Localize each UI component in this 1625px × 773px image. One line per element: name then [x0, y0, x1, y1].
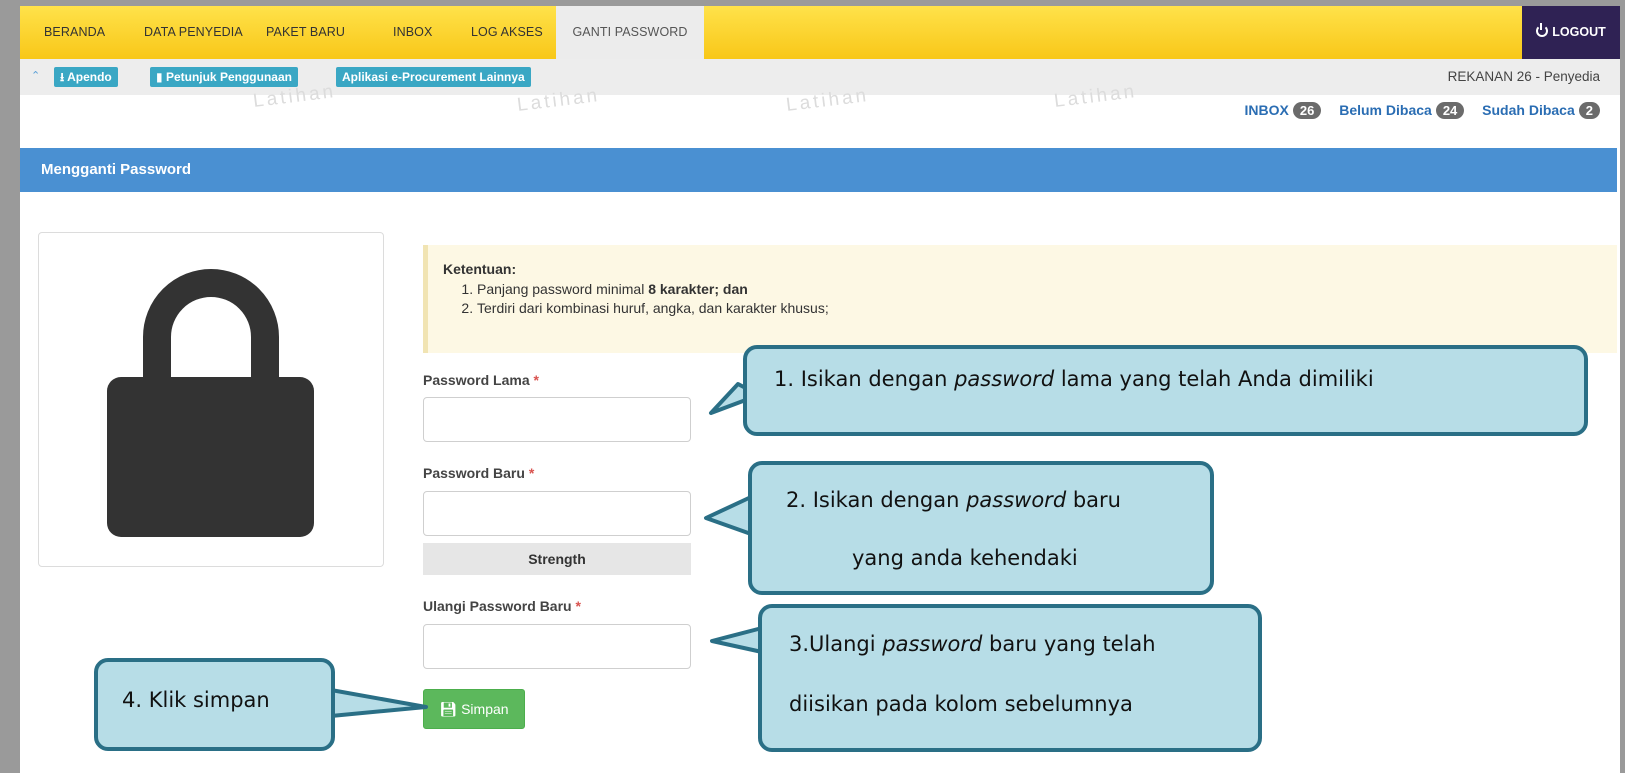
required-mark: * — [575, 598, 581, 614]
old-password-label: Password Lama * — [423, 372, 539, 388]
inbox-label: INBOX — [1244, 102, 1289, 118]
callout-2-italic: password — [966, 488, 1067, 512]
panel-title: Mengganti Password — [20, 148, 1617, 192]
unread-link[interactable]: Belum Dibaca 24 — [1339, 102, 1465, 119]
nav-beranda[interactable]: BERANDA — [44, 6, 105, 59]
repeat-password-input[interactable] — [423, 624, 691, 669]
save-icon: 💾︎ — [439, 701, 462, 717]
rules-list: Panjang password minimal 8 karakter; dan… — [477, 280, 1617, 318]
power-icon — [1536, 23, 1549, 37]
read-count-badge: 2 — [1578, 102, 1600, 119]
old-password-label-text: Password Lama — [423, 372, 530, 388]
repeat-password-label-text: Ulangi Password Baru — [423, 598, 572, 614]
callout-3-italic: password — [882, 632, 983, 656]
chevron-up-icon[interactable]: ⌃ — [31, 69, 40, 82]
petunjuk-button[interactable]: ▮ Petunjuk Penggunaan — [150, 67, 298, 87]
callout-1-part: lama yang telah Anda dimiliki — [1054, 367, 1374, 391]
required-mark: * — [533, 372, 539, 388]
aplikasi-button[interactable]: Aplikasi e-Procurement Lainnya — [336, 67, 531, 87]
callout-3-text: 3.Ulangi password baru yang telah — [789, 632, 1156, 656]
unread-count-badge: 24 — [1435, 102, 1465, 119]
old-password-input[interactable] — [423, 397, 691, 442]
logout-button[interactable]: LOGOUT — [1522, 6, 1620, 59]
new-password-label-text: Password Baru — [423, 465, 525, 481]
nav-log-akses[interactable]: LOG AKSES — [471, 6, 543, 59]
required-mark: * — [528, 465, 535, 481]
lock-icon — [107, 269, 314, 537]
callout-4-text: 4. Klik simpan — [122, 688, 270, 712]
inbox-summary: INBOX 26 Belum Dibaca 24 Sudah Dibaca 2 — [1245, 102, 1600, 119]
password-strength-meter: Strength — [423, 543, 691, 575]
callout-step-4: 4. Klik simpan — [94, 658, 335, 751]
save-label: Simpan — [461, 701, 509, 717]
rule-item: Panjang password minimal 8 karakter; dan — [477, 280, 1617, 299]
save-button[interactable]: 💾︎ Simpan — [423, 689, 525, 729]
callout-1-part: 1. Isikan dengan — [774, 367, 955, 391]
callout-1-italic: password — [954, 367, 1055, 391]
callout-step-3: 3.Ulangi password baru yang telah diisik… — [758, 604, 1262, 752]
callout-2-text: 2. Isikan dengan password baru — [786, 488, 1121, 512]
callout-3-part: baru yang telah — [982, 632, 1156, 656]
logout-label: LOGOUT — [1552, 25, 1606, 39]
nav-inbox[interactable]: INBOX — [393, 6, 432, 59]
rules-title: Ketentuan: — [443, 261, 517, 277]
nav-ganti-password[interactable]: GANTI PASSWORD — [556, 6, 704, 59]
new-password-label: Password Baru * — [423, 465, 534, 481]
petunjuk-label: Petunjuk Penggunaan — [165, 70, 292, 84]
nav-data-penyedia[interactable]: DATA PENYEDIA — [144, 6, 243, 59]
apendo-label: Apendo — [67, 70, 112, 84]
apendo-button[interactable]: ⭳ Apendo — [54, 67, 118, 87]
callout-2-line2: yang anda kehendaki — [852, 546, 1078, 570]
rule-item-bold: 8 karakter; dan — [648, 281, 748, 297]
user-info: REKANAN 26 - Penyedia — [1447, 69, 1600, 84]
callout-step-1: 1. Isikan dengan password lama yang tela… — [743, 345, 1588, 436]
inbox-count-badge: 26 — [1292, 102, 1322, 119]
inbox-link[interactable]: INBOX 26 — [1244, 102, 1322, 119]
callout-3-part: 3.Ulangi — [789, 632, 883, 656]
read-link[interactable]: Sudah Dibaca 2 — [1482, 102, 1600, 119]
unread-label: Belum Dibaca — [1339, 102, 1432, 118]
callout-step-2: 2. Isikan dengan password baru yang anda… — [748, 461, 1214, 595]
top-navbar: BERANDA DATA PENYEDIA PAKET BARU INBOX L… — [20, 6, 1620, 59]
callout-2-part: 2. Isikan dengan — [786, 488, 967, 512]
rule-item-text: Panjang password minimal — [477, 281, 649, 297]
new-password-input[interactable] — [423, 491, 691, 536]
rule-item: Terdiri dari kombinasi huruf, angka, dan… — [477, 299, 1617, 318]
nav-paket-baru[interactable]: PAKET BARU — [266, 6, 345, 59]
callout-3-line2: diisikan pada kolom sebelumnya — [789, 692, 1133, 716]
book-icon: ▮ — [156, 70, 166, 84]
lock-image-box — [38, 232, 384, 567]
rules-box: Ketentuan: Panjang password minimal 8 ka… — [423, 245, 1617, 353]
repeat-password-label: Ulangi Password Baru * — [423, 598, 581, 614]
read-label: Sudah Dibaca — [1482, 102, 1575, 118]
callout-2-part: baru — [1066, 488, 1121, 512]
callout-1-text: 1. Isikan dengan password lama yang tela… — [774, 367, 1374, 391]
